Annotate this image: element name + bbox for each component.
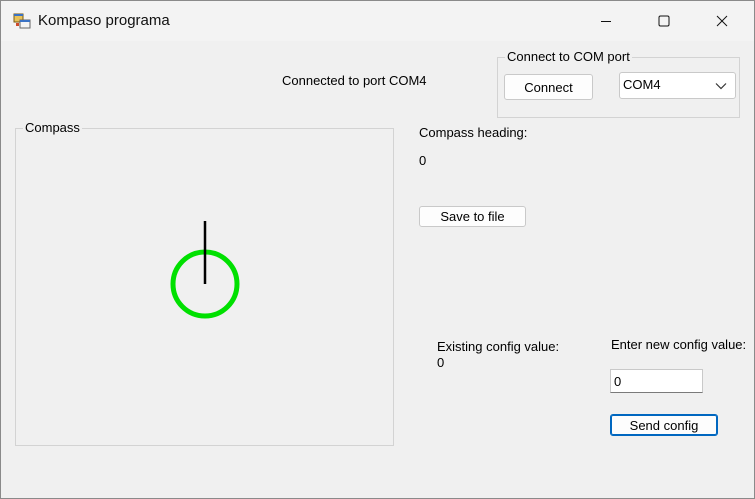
title-bar[interactable]: Kompaso programa — [1, 1, 754, 41]
save-to-file-button[interactable]: Save to file — [419, 206, 526, 227]
compass-heading-value: 0 — [419, 153, 427, 168]
compass-display — [170, 221, 240, 319]
connect-button[interactable]: Connect — [504, 74, 593, 100]
maximize-button[interactable] — [635, 1, 693, 41]
compass-heading-label: Compass heading: — [419, 125, 528, 140]
new-config-label: Enter new config value: — [611, 337, 747, 352]
window-title: Kompaso programa — [38, 12, 170, 29]
new-config-input-box[interactable] — [610, 369, 703, 393]
app-window: Kompaso programa Connected to port COM4 … — [0, 0, 755, 499]
maximize-icon — [658, 15, 670, 27]
new-config-input[interactable] — [611, 370, 702, 392]
app-window-icon — [13, 13, 31, 29]
minimize-icon — [601, 21, 611, 22]
compass-group-legend: Compass — [23, 120, 82, 135]
connection-status-text: Connected to port COM4 — [282, 73, 427, 88]
minimize-button[interactable] — [577, 1, 635, 41]
existing-config-value: 0 — [437, 355, 445, 370]
com-port-selected-value: COM4 — [623, 77, 661, 92]
chevron-down-icon — [715, 83, 727, 90]
com-port-group-legend: Connect to COM port — [505, 49, 632, 64]
send-config-button[interactable]: Send config — [610, 414, 718, 436]
close-button[interactable] — [693, 1, 751, 41]
com-port-select[interactable]: COM4 — [619, 72, 736, 99]
existing-config-label: Existing config value: — [437, 339, 560, 354]
close-icon — [716, 15, 728, 27]
